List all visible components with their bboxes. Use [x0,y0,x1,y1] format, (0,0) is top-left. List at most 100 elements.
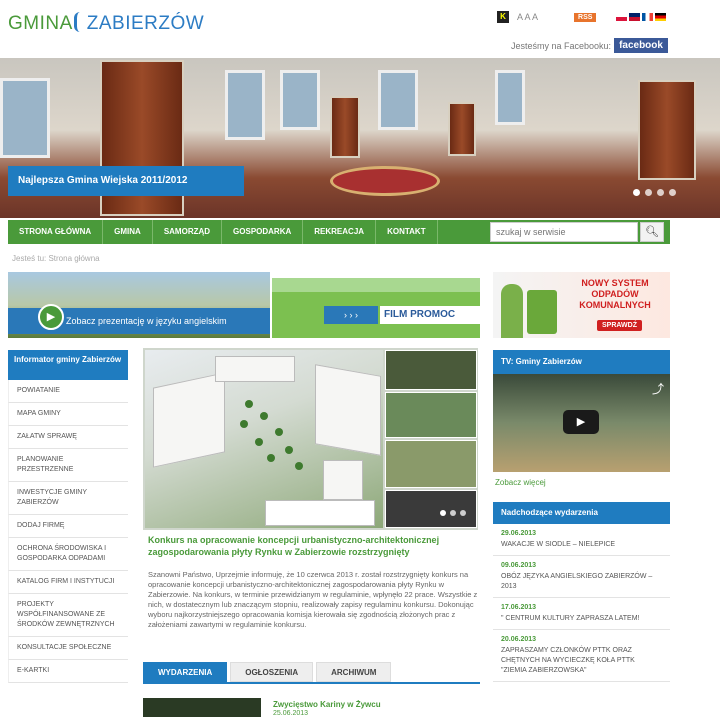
sidebar-item[interactable]: KONSULTACJE SPOŁECZNE [8,637,128,660]
event-date: 20.06.2013 [501,636,537,643]
waste-check-button[interactable]: SPRAWDŹ [597,320,642,331]
hero-slider[interactable]: Najlepsza Gmina Wiejska 2011/2012 [0,58,720,218]
logo-gmina-text: GMINA [8,13,73,34]
nav-item[interactable]: SAMORZĄD [153,220,223,244]
sidebar-item[interactable]: MAPA GMINY [8,403,128,426]
nav-item[interactable]: STRONA GŁÓWNA [8,220,104,244]
tv-title: TV: Gminy Zabierzów [493,350,670,374]
event-date: 29.06.2013 [501,530,537,537]
language-flags [616,13,667,21]
door-image [448,102,476,156]
sidebar-item[interactable]: PROJEKTY WSPÓŁFINANSOWANE ZE ŚRODKÓW ZEW… [8,594,128,637]
event-title[interactable]: OBÓZ JĘZYKA ANGIELSKIEGO ZABIERZÓW – 201… [501,572,662,592]
play-icon: ▶ [38,304,64,330]
event-date: 17.06.2013 [501,604,537,611]
search-button[interactable]: 🔍︎ [640,222,664,242]
site-logo[interactable]: GMINA ZABIERZÓW [8,12,204,35]
bin-image [527,290,557,334]
french-flag-icon[interactable] [642,13,654,21]
waste-banner[interactable]: NOWY SYSTEM ODPADÓW KOMUNALNYCH SPRAWDŹ [493,272,670,338]
slider-dot[interactable] [633,189,640,196]
share-icon[interactable]: ⤴ [652,380,664,397]
nav-item[interactable]: KONTAKT [376,220,438,244]
feature-thumb[interactable] [385,392,477,438]
sidebar-item[interactable]: POWIATANIE [8,380,128,403]
person-image [501,284,523,338]
facebook-prompt: Jesteśmy na Facebooku: [511,40,612,51]
event-date: 09.06.2013 [501,562,537,569]
sidebar-item[interactable]: PLANOWANIE PRZESTRZENNE [8,449,128,482]
events-title: Nadchodzące wydarzenia [493,502,670,524]
feature-dots [440,510,466,516]
event-title[interactable]: WAKACJE W SIODLE – NIELEPICE [501,540,662,550]
sidebar-item[interactable]: INWESTYCJE GMINY ZABIERZÓW [8,482,128,515]
tab-1[interactable]: OGŁOSZENIA [230,662,314,682]
polish-flag-icon[interactable] [616,13,628,21]
search-input[interactable] [490,222,638,242]
event-item[interactable]: 09.06.2013 OBÓZ JĘZYKA ANGIELSKIEGO ZABIE… [493,556,670,598]
door-image [330,96,360,158]
tv-widget: TV: Gminy Zabierzów ⤴ ▶ Zobacz więcej [493,350,670,487]
sidebar-item[interactable]: KATALOG FIRM I INSTYTUCJI [8,571,128,594]
accessibility-toolbar: K A A A RSS [497,11,667,23]
sidebar-item[interactable]: OCHRONA ŚRODOWISKA I GOSPODARKA ODPADAMI [8,538,128,571]
tab-2[interactable]: ARCHIWUM [316,662,392,682]
slider-dot[interactable] [440,510,446,516]
facebook-button[interactable]: facebook [614,38,668,53]
presentation-banner[interactable]: Zobacz prezentację w języku angielskim ▶ [8,272,270,338]
film-banner[interactable]: › › › FILM PROMOC [272,278,480,338]
event-item[interactable]: 17.06.2013 " CENTRUM KULTURY ZAPRASZA LAT… [493,598,670,630]
film-label: FILM PROMOC [380,306,480,324]
feature-title[interactable]: Konkurs na opracowanie koncepcji urbanis… [148,534,478,558]
facebook-link[interactable]: Jesteśmy na Facebooku: facebook [511,38,668,53]
news-title[interactable]: Zwycięstwo Kariny w Żywcu [273,700,381,709]
news-date: 25.06.2013 [273,710,309,717]
events-widget: Nadchodzące wydarzenia 29.06.2013 WAKACJE… [493,502,670,682]
event-title[interactable]: ZAPRASZAMY CZŁONKÓW PTTK ORAZ CHĘTNYCH N… [501,646,662,676]
window-image [0,78,50,158]
slider-dot[interactable] [669,189,676,196]
waste-text: NOWY SYSTEM ODPADÓW KOMUNALNYCH [579,278,651,310]
event-item[interactable]: 20.06.2013 ZAPRASZAMY CZŁONKÓW PTTK ORAZ … [493,630,670,682]
slider-dot[interactable] [460,510,466,516]
nav-item[interactable]: REKREACJA [303,220,377,244]
slider-dot[interactable] [645,189,652,196]
window-image [280,70,320,130]
breadcrumb: Jesteś tu: Strona główna [12,254,100,263]
news-tabs: WYDARZENIA OGŁOSZENIA ARCHIWUM [143,662,480,684]
nav-item[interactable]: GOSPODARKA [222,220,304,244]
door-image [638,80,696,180]
sidebar-item[interactable]: DODAJ FIRMĘ [8,515,128,538]
feature-thumb[interactable] [385,350,477,390]
sidebar-item[interactable]: E-KARTKI [8,660,128,683]
font-size-buttons[interactable]: A A A [517,12,538,22]
sidebar-item[interactable]: ZAŁATW SPRAWĘ [8,426,128,449]
feature-image [145,350,383,528]
english-flag-icon[interactable] [629,13,641,21]
feature-thumb[interactable] [385,440,477,488]
film-arrows: › › › [324,306,378,324]
logo-name-text: ZABIERZÓW [86,13,205,34]
nav-item[interactable]: GMINA [103,220,153,244]
window-image [378,70,418,130]
news-item[interactable]: Zwycięstwo Kariny w Żywcu 25.06.2013 [143,694,480,717]
play-button-icon[interactable]: ▶ [563,410,599,434]
tv-more-link[interactable]: Zobacz więcej [493,478,670,487]
feature-thumb[interactable] [385,490,477,528]
logo-mark-icon [73,12,86,32]
slider-dot[interactable] [657,189,664,196]
event-title[interactable]: " CENTRUM KULTURY ZAPRASZA LATEM! [501,614,662,624]
sidebar-title: Informator gminy Zabierzów [8,350,128,380]
feature-text: Szanowni Państwo, Uprzejmie informuję, ż… [148,570,478,629]
window-image [225,70,265,140]
contrast-button[interactable]: K [497,11,509,23]
rss-button[interactable]: RSS [574,12,597,22]
video-player[interactable]: ⤴ ▶ [493,374,670,472]
hero-dots [633,189,676,196]
search-icon: 🔍︎ [645,226,659,238]
german-flag-icon[interactable] [655,13,667,21]
event-item[interactable]: 29.06.2013 WAKACJE W SIODLE – NIELEPICE [493,524,670,556]
slider-dot[interactable] [450,510,456,516]
feature-slider[interactable] [143,348,478,530]
tab-0[interactable]: WYDARZENIA [143,662,228,682]
